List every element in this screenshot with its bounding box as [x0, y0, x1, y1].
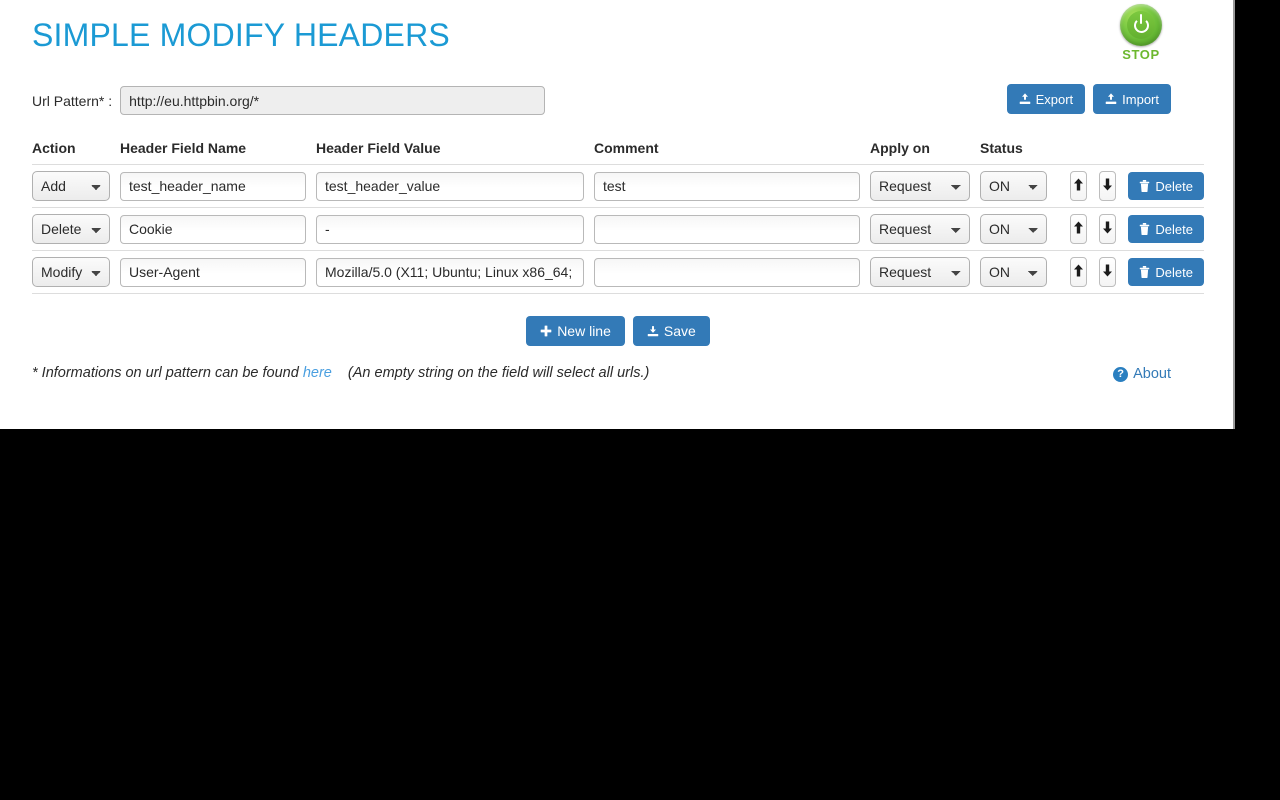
arrow-up-icon	[1073, 178, 1084, 194]
apply-on-select[interactable]: Request	[870, 257, 970, 287]
column-header-comment: Comment	[594, 140, 659, 156]
export-button[interactable]: Export	[1006, 84, 1086, 114]
header-field-name-input[interactable]	[120, 257, 306, 287]
arrow-down-icon	[1102, 221, 1113, 237]
move-down-button[interactable]	[1099, 214, 1117, 244]
arrow-down-icon	[1102, 178, 1113, 194]
action-select[interactable]: Delete	[32, 214, 110, 244]
comment-input[interactable]	[594, 214, 860, 244]
question-circle-icon: ?	[1113, 366, 1129, 382]
comment-input[interactable]	[594, 257, 860, 287]
trash-icon	[1139, 266, 1150, 278]
column-header-status: Status	[980, 140, 1023, 156]
comment-input[interactable]	[594, 171, 860, 201]
header-field-name-input[interactable]	[120, 214, 306, 244]
arrow-up-icon	[1073, 264, 1084, 280]
column-header-apply-on: Apply on	[870, 140, 930, 156]
column-header-header-field-name: Header Field Name	[120, 140, 247, 156]
delete-row-label: Delete	[1155, 264, 1193, 280]
export-upload-icon	[1019, 93, 1031, 105]
trash-icon	[1139, 180, 1150, 192]
extension-options-page: SIMPLE MODIFY HEADERS STOP Url Pattern* …	[0, 0, 1235, 429]
column-header-action: Action	[32, 140, 76, 156]
apply-on-select[interactable]: Request	[870, 171, 970, 201]
table-row: Modify Request ON	[32, 251, 1204, 294]
about-link[interactable]: ? About	[1113, 366, 1171, 382]
arrow-up-icon	[1073, 221, 1084, 237]
move-up-button[interactable]	[1070, 171, 1088, 201]
form-actions: New line Save	[32, 316, 1204, 346]
status-select[interactable]: ON	[980, 257, 1047, 287]
move-up-button[interactable]	[1070, 214, 1088, 244]
delete-row-button[interactable]: Delete	[1128, 172, 1204, 200]
new-line-button[interactable]: New line	[526, 316, 625, 346]
save-download-icon	[647, 325, 659, 337]
stop-toggle-button[interactable]: STOP	[1111, 4, 1171, 62]
delete-row-label: Delete	[1155, 221, 1193, 237]
delete-row-button[interactable]: Delete	[1128, 258, 1204, 286]
header-field-value-input[interactable]	[316, 214, 584, 244]
save-button[interactable]: Save	[632, 316, 710, 346]
status-select[interactable]: ON	[980, 171, 1047, 201]
move-down-button[interactable]	[1099, 171, 1117, 201]
export-button-label: Export	[1035, 91, 1074, 107]
import-button[interactable]: Import	[1093, 84, 1171, 114]
delete-row-button[interactable]: Delete	[1128, 215, 1204, 243]
footer-note-suffix: (An empty string on the field will selec…	[347, 365, 650, 381]
about-label: About	[1133, 366, 1171, 382]
move-up-button[interactable]	[1070, 257, 1088, 287]
power-button-circle[interactable]	[1120, 4, 1162, 46]
header-field-value-input[interactable]	[316, 171, 584, 201]
import-button-label: Import	[1122, 91, 1159, 107]
plus-icon	[540, 325, 552, 337]
save-label: Save	[663, 323, 696, 339]
header-field-name-input[interactable]	[120, 171, 306, 201]
url-pattern-row: Url Pattern* :	[32, 86, 546, 115]
url-pattern-label: Url Pattern* :	[32, 92, 113, 109]
url-pattern-help-link[interactable]: here	[303, 365, 332, 381]
header-field-value-input[interactable]	[316, 257, 584, 287]
headers-table: Action Header Field Name Header Field Va…	[32, 140, 1204, 294]
arrow-down-icon	[1102, 264, 1113, 280]
action-select[interactable]: Modify	[32, 257, 110, 287]
trash-icon	[1139, 223, 1150, 235]
new-line-label: New line	[557, 323, 611, 339]
table-header-row: Action Header Field Name Header Field Va…	[32, 140, 1204, 165]
page-title: SIMPLE MODIFY HEADERS	[32, 17, 450, 53]
delete-row-label: Delete	[1155, 178, 1193, 194]
table-row: Add Request ON	[32, 165, 1204, 208]
export-import-group: Export Import	[1006, 84, 1171, 114]
action-select[interactable]: Add	[32, 171, 110, 201]
footer-note: * Informations on url pattern can be fou…	[32, 365, 649, 381]
column-header-header-field-value: Header Field Value	[316, 140, 441, 156]
status-select[interactable]: ON	[980, 214, 1047, 244]
import-download-icon	[1105, 93, 1117, 105]
stop-label: STOP	[1122, 47, 1160, 62]
apply-on-select[interactable]: Request	[870, 214, 970, 244]
url-pattern-input[interactable]	[120, 86, 546, 115]
move-down-button[interactable]	[1099, 257, 1117, 287]
footer-note-prefix: * Informations on url pattern can be fou…	[32, 365, 299, 381]
power-icon	[1127, 11, 1155, 39]
table-row: Delete Request ON	[32, 208, 1204, 251]
